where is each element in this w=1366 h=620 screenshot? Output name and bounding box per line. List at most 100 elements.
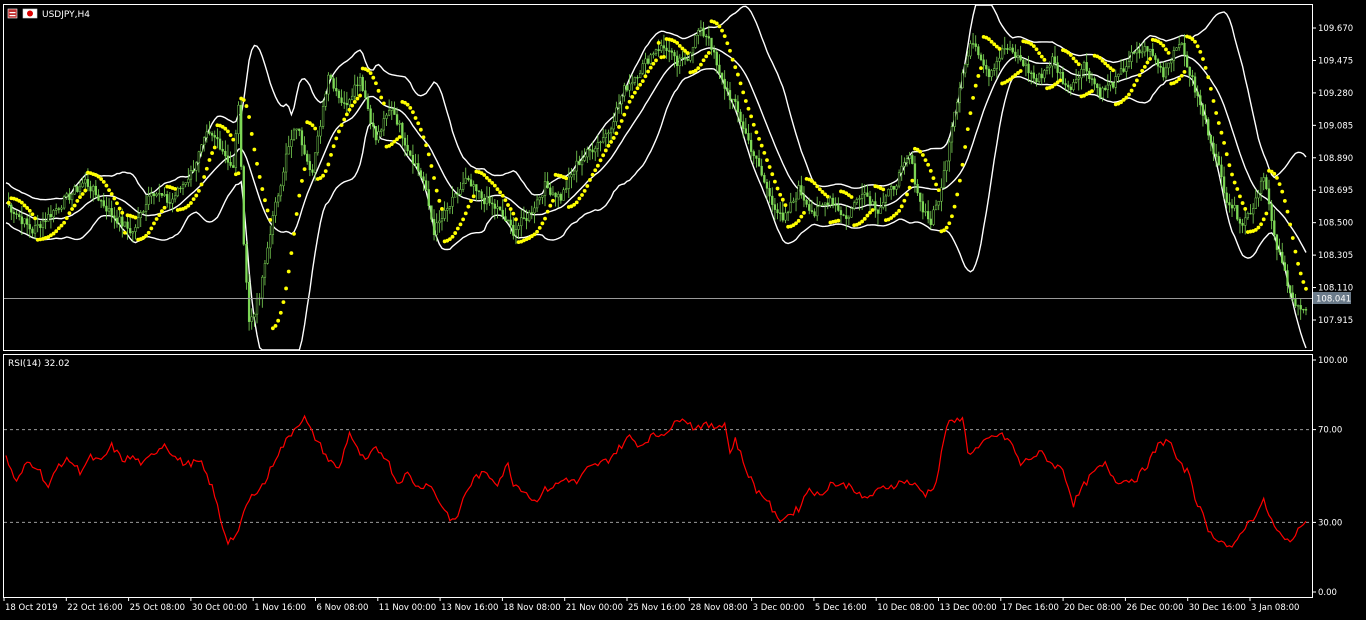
sar-dot bbox=[30, 212, 35, 217]
sar-dot bbox=[920, 153, 925, 157]
candle-body bbox=[422, 176, 425, 181]
candle-body bbox=[1003, 48, 1006, 50]
candle-body bbox=[1080, 69, 1083, 79]
sar-dot bbox=[588, 178, 592, 182]
candle-body bbox=[401, 122, 404, 139]
candle-body bbox=[279, 185, 282, 197]
sar-dot bbox=[313, 126, 318, 131]
candle-body bbox=[306, 153, 309, 162]
candle-body bbox=[1072, 82, 1075, 90]
sar-dot bbox=[548, 203, 553, 208]
sar-dot bbox=[1098, 56, 1102, 60]
sar-dot bbox=[743, 99, 748, 103]
sar-dot bbox=[1293, 249, 1298, 254]
sar-dot bbox=[471, 194, 476, 199]
sar-dot bbox=[714, 21, 719, 26]
sar-dot bbox=[862, 216, 867, 221]
candle-body bbox=[1236, 204, 1239, 220]
candle-body bbox=[136, 217, 140, 228]
sar-dot bbox=[1182, 69, 1187, 74]
sar-dot bbox=[812, 181, 817, 186]
sar-dot bbox=[675, 41, 680, 45]
sar-dot bbox=[765, 158, 769, 162]
sar-dot bbox=[656, 40, 661, 45]
candle-body bbox=[615, 107, 618, 122]
sar-dot bbox=[662, 55, 666, 59]
candle-body bbox=[855, 199, 858, 204]
sar-dot bbox=[1179, 73, 1184, 78]
sar-dot bbox=[543, 216, 547, 221]
candle-body bbox=[181, 184, 185, 189]
sar-dot bbox=[952, 204, 957, 209]
candle-body bbox=[1082, 62, 1086, 70]
mt4-chart-window[interactable]: USDJPY,H4 109.670 109.475 109.280 109.085 10… bbox=[0, 0, 1366, 620]
candle-body bbox=[697, 30, 700, 36]
sar-dot bbox=[173, 186, 178, 191]
sar-dot bbox=[865, 213, 870, 218]
sar-dot bbox=[482, 173, 487, 177]
candle-body bbox=[858, 198, 861, 200]
candle-body bbox=[1217, 156, 1220, 166]
candle-body bbox=[987, 68, 991, 78]
candle-body bbox=[1159, 65, 1162, 68]
candle-body bbox=[821, 204, 824, 206]
candle-body bbox=[284, 153, 288, 173]
candle-body bbox=[60, 207, 63, 210]
time-tick-label: 10 Dec 08:00 bbox=[877, 603, 934, 613]
sar-dot bbox=[302, 167, 307, 172]
candle-body bbox=[715, 51, 718, 66]
candle-body bbox=[123, 221, 127, 227]
sar-dot bbox=[595, 163, 600, 168]
candle-body bbox=[942, 170, 946, 188]
candle-body bbox=[1196, 91, 1199, 96]
sar-dot bbox=[1198, 50, 1203, 54]
candle-body bbox=[1302, 308, 1305, 311]
sar-dot bbox=[469, 199, 473, 203]
sar-dot bbox=[263, 198, 267, 203]
candle-body bbox=[68, 193, 71, 201]
candle-body bbox=[266, 247, 269, 264]
sar-dot bbox=[643, 74, 648, 79]
sar-dot bbox=[1177, 77, 1182, 81]
sar-dot bbox=[202, 175, 207, 179]
candle-body bbox=[911, 155, 914, 164]
sar-dot bbox=[757, 136, 761, 141]
candle-body bbox=[1000, 48, 1004, 59]
sar-dot bbox=[540, 221, 545, 226]
sar-dot bbox=[300, 179, 304, 183]
sar-dot bbox=[722, 34, 727, 39]
candle-body bbox=[1299, 305, 1302, 310]
candle-body bbox=[1104, 87, 1107, 90]
candle-body bbox=[99, 200, 103, 202]
sar-dot bbox=[881, 187, 886, 192]
sar-dot bbox=[609, 139, 613, 144]
sar-dot bbox=[115, 201, 119, 206]
candle-body bbox=[572, 170, 576, 175]
candle-body bbox=[842, 214, 845, 216]
sar-dot bbox=[207, 158, 212, 162]
candle-body bbox=[263, 263, 267, 278]
candle-body bbox=[308, 161, 312, 171]
candle-body bbox=[966, 55, 969, 65]
rsi-tick-label: 100.00 bbox=[1318, 356, 1348, 366]
candle-body bbox=[419, 170, 422, 178]
sar-dot bbox=[1264, 211, 1269, 216]
price-tick-label: 108.890 bbox=[1318, 154, 1353, 164]
sar-dot bbox=[458, 222, 463, 227]
sar-dot bbox=[1145, 60, 1150, 65]
candle-body bbox=[28, 224, 31, 230]
candle-body bbox=[808, 204, 811, 211]
candle-body bbox=[919, 192, 922, 202]
candle-body bbox=[89, 186, 92, 192]
candle-body bbox=[604, 133, 607, 138]
candle-body bbox=[1006, 48, 1009, 50]
sar-dot bbox=[159, 209, 164, 214]
candle-body bbox=[501, 209, 504, 217]
candle-body bbox=[1133, 51, 1136, 54]
time-tick-label: 25 Oct 08:00 bbox=[130, 603, 185, 613]
candle-body bbox=[23, 218, 26, 225]
candle-body bbox=[678, 57, 681, 67]
candle-body bbox=[107, 208, 111, 212]
sar-dot bbox=[1290, 236, 1295, 240]
candle-body bbox=[892, 185, 895, 190]
